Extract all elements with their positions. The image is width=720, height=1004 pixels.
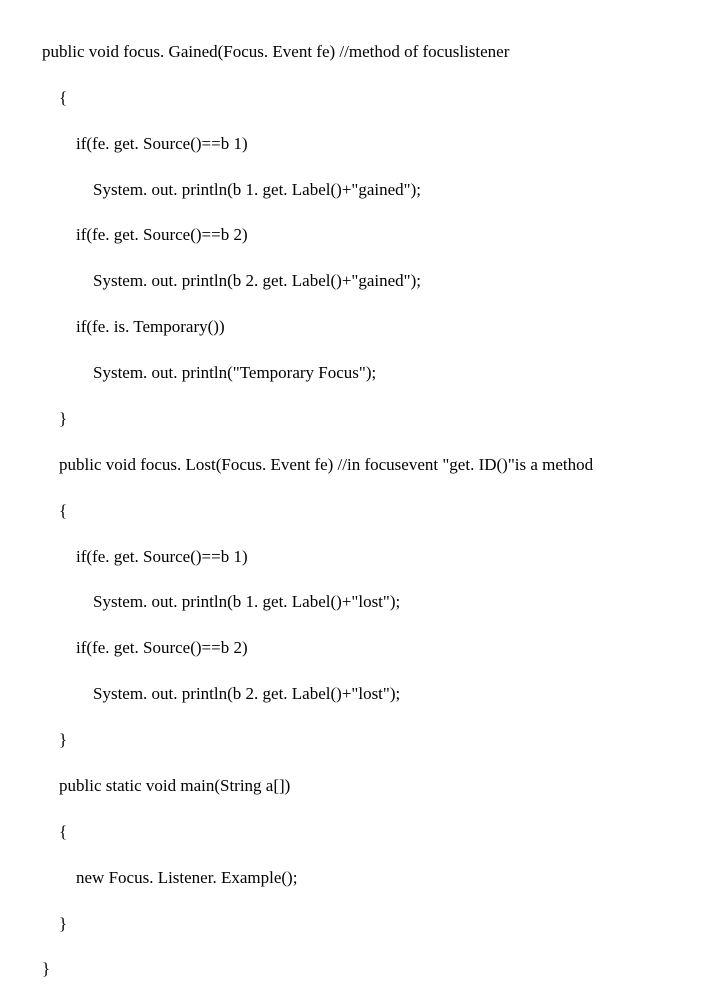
code-line: if(fe. get. Source()==b 2)	[42, 224, 720, 247]
code-line: System. out. println(b 2. get. Label()+"…	[42, 270, 720, 293]
indent	[42, 134, 76, 153]
code-line: if(fe. get. Source()==b 2)	[42, 637, 720, 660]
indent	[42, 776, 59, 795]
code-text: }	[42, 959, 50, 978]
code-line: public void focus. Lost(Focus. Event fe)…	[42, 454, 720, 477]
code-line: }	[42, 913, 720, 936]
code-line: if(fe. get. Source()==b 1)	[42, 546, 720, 569]
code-text: {	[59, 822, 67, 841]
indent	[42, 868, 76, 887]
code-line: System. out. println(b 1. get. Label()+"…	[42, 179, 720, 202]
code-line: }	[42, 958, 720, 981]
indent	[42, 822, 59, 841]
code-text: public void focus. Gained(Focus. Event f…	[42, 42, 509, 61]
code-line: {	[42, 500, 720, 523]
indent	[42, 547, 76, 566]
code-text: if(fe. get. Source()==b 1)	[76, 134, 248, 153]
code-line: {	[42, 821, 720, 844]
indent	[42, 914, 59, 933]
code-line: if(fe. get. Source()==b 1)	[42, 133, 720, 156]
indent	[42, 638, 76, 657]
indent	[42, 592, 93, 611]
indent	[42, 271, 93, 290]
code-text: if(fe. get. Source()==b 2)	[76, 225, 248, 244]
code-text: if(fe. is. Temporary())	[76, 317, 225, 336]
code-line: new Focus. Listener. Example();	[42, 867, 720, 890]
code-text: System. out. println(b 2. get. Label()+"…	[93, 684, 400, 703]
code-text: public static void main(String a[])	[59, 776, 290, 795]
indent	[42, 684, 93, 703]
indent	[42, 455, 59, 474]
code-text: System. out. println(b 2. get. Label()+"…	[93, 271, 421, 290]
code-text: if(fe. get. Source()==b 1)	[76, 547, 248, 566]
code-line: System. out. println("Temporary Focus");	[42, 362, 720, 385]
code-line: {	[42, 87, 720, 110]
code-line: public void focus. Gained(Focus. Event f…	[42, 41, 720, 64]
code-text: if(fe. get. Source()==b 2)	[76, 638, 248, 657]
indent	[42, 317, 76, 336]
code-line: System. out. println(b 1. get. Label()+"…	[42, 591, 720, 614]
code-text: new Focus. Listener. Example();	[76, 868, 297, 887]
indent	[42, 180, 93, 199]
code-text: }	[59, 730, 67, 749]
indent	[42, 88, 59, 107]
code-text: System. out. println(b 1. get. Label()+"…	[93, 180, 421, 199]
code-text: System. out. println(b 1. get. Label()+"…	[93, 592, 400, 611]
code-line: }	[42, 408, 720, 431]
code-text: public void focus. Lost(Focus. Event fe)…	[59, 455, 593, 474]
code-text: {	[59, 501, 67, 520]
indent	[42, 225, 76, 244]
code-text: }	[59, 409, 67, 428]
indent	[42, 501, 59, 520]
code-line: if(fe. is. Temporary())	[42, 316, 720, 339]
code-block: public void focus. Gained(Focus. Event f…	[0, 0, 720, 1004]
indent	[42, 363, 93, 382]
code-text: }	[59, 914, 67, 933]
code-line: public static void main(String a[])	[42, 775, 720, 798]
code-line: }	[42, 729, 720, 752]
indent	[42, 409, 59, 428]
indent	[42, 730, 59, 749]
code-line: System. out. println(b 2. get. Label()+"…	[42, 683, 720, 706]
code-text: {	[59, 88, 67, 107]
code-text: System. out. println("Temporary Focus");	[93, 363, 376, 382]
